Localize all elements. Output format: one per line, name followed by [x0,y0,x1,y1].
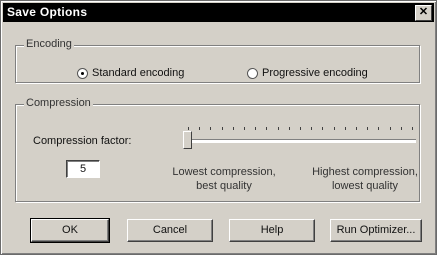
run-optimizer-button[interactable]: Run Optimizer... [330,219,422,242]
progressive-encoding-label: Progressive encoding [262,67,368,79]
help-button[interactable]: Help [229,219,315,242]
radio-indicator [77,67,88,79]
slider-tick [300,127,301,130]
close-button[interactable]: ✕ [415,5,432,21]
compression-factor-label: Compression factor: [33,135,132,147]
slider-tick [356,127,357,130]
slider-tick [277,127,279,130]
caption-line: Lowest compression, [172,166,276,178]
standard-encoding-label: Standard encoding [92,67,185,79]
compression-slider-track[interactable] [187,139,416,143]
slider-tick [389,127,391,130]
progressive-encoding-radio[interactable]: Progressive encoding [247,67,368,79]
slider-tick [344,127,346,130]
save-options-dialog: Save Options ✕ Encoding Standard encodin… [0,0,437,255]
highest-compression-caption: Highest compression, lowest quality [303,165,427,193]
title-bar: Save Options ✕ [3,3,434,22]
slider-tick [400,127,402,130]
slider-tick [378,127,380,130]
slider-tick [199,127,201,130]
caption-line: best quality [196,180,252,192]
cancel-button[interactable]: Cancel [127,219,213,242]
caption-line: lowest quality [331,180,399,192]
slider-tick [333,127,335,130]
caption-line: Highest compression, [312,166,418,178]
slider-tick [232,127,234,130]
slider-tick [210,127,212,130]
slider-tick [288,127,290,130]
slider-tick [367,127,369,130]
compression-slider-thumb[interactable] [183,131,192,149]
compression-group-label: Compression [24,97,93,109]
lowest-compression-caption: Lowest compression, best quality [161,165,287,193]
compression-factor-input[interactable]: 5 [66,160,100,178]
slider-tick [412,127,413,130]
radio-indicator [247,67,258,79]
slider-tick [322,127,324,130]
slider-tick [311,127,313,130]
slider-tick [266,127,268,130]
slider-tick [244,127,245,130]
dialog-title: Save Options [7,5,88,19]
slider-tick [188,127,189,130]
ok-button[interactable]: OK [30,218,110,243]
slider-tick [255,127,257,130]
encoding-group-label: Encoding [24,38,74,50]
slider-tick [221,127,223,130]
standard-encoding-radio[interactable]: Standard encoding [77,67,184,79]
